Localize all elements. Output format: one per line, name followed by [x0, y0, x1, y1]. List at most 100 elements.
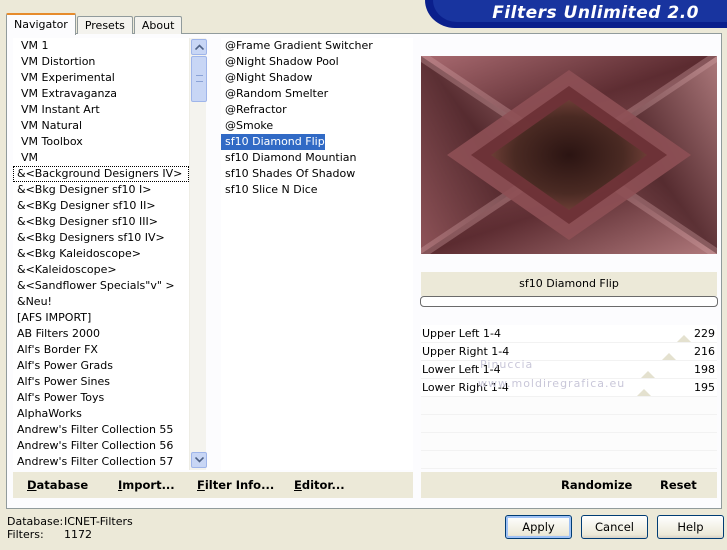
preview-toolbar: Randomize Reset [421, 472, 717, 498]
category-item[interactable]: VM Distortion [13, 54, 189, 70]
tab-navigator[interactable]: Navigator [6, 13, 76, 35]
scroll-up-button[interactable] [191, 39, 207, 55]
tab-about[interactable]: About [133, 16, 183, 34]
slider-value: 195 [694, 381, 715, 394]
category-item[interactable]: VM Natural [13, 118, 189, 134]
filter-item[interactable]: @Night Shadow [221, 70, 312, 86]
category-item[interactable]: &<Bkg Designer sf10 I> [13, 182, 189, 198]
title-banner: Filters Unlimited 2.0 [425, 0, 727, 28]
slider-label: Upper Left 1-4 [422, 327, 501, 340]
import-button[interactable]: Import... [118, 478, 175, 492]
filter-item[interactable]: sf10 Slice N Dice [221, 182, 318, 198]
category-item[interactable]: VM Instant Art [13, 102, 189, 118]
filter-item[interactable]: sf10 Shades Of Shadow [221, 166, 355, 182]
status-area: Database: ICNET-Filters Filters: 1172 [7, 515, 133, 541]
empty-slider-row [421, 415, 717, 433]
watermark-line-1: Pinuccia [480, 358, 534, 371]
category-item[interactable]: Alf's Power Toys [13, 390, 189, 406]
slider-thumb-icon[interactable] [662, 353, 676, 360]
slider-value: 216 [694, 345, 715, 358]
navigator-toolbar: Database Import... Filter Info... Editor… [13, 472, 413, 498]
category-item[interactable]: VM Experimental [13, 70, 189, 86]
category-item[interactable]: VM 1 [13, 38, 189, 54]
filter-row: @Random Smelter [221, 86, 413, 102]
filter-item[interactable]: sf10 Diamond Flip [221, 134, 325, 150]
category-item[interactable]: Andrew's Filter Collection 56 [13, 438, 189, 454]
slider-row[interactable]: Upper Right 1-4 216 [421, 343, 717, 361]
filter-row: @Night Shadow Pool [221, 54, 413, 70]
preview-image [421, 56, 717, 254]
category-item[interactable]: &<Kaleidoscope> [13, 262, 189, 278]
filter-row: sf10 Shades Of Shadow [221, 166, 413, 182]
slider-thumb-icon[interactable] [637, 389, 651, 396]
category-item[interactable]: &Neu! [13, 294, 189, 310]
chevron-up-icon [194, 44, 204, 50]
scroll-down-button[interactable] [191, 452, 207, 468]
randomize-button[interactable]: Randomize [561, 478, 632, 492]
reset-button[interactable]: Reset [660, 478, 697, 492]
filter-item[interactable]: @Night Shadow Pool [221, 54, 339, 70]
category-item[interactable]: Andrew's Filter Collection 55 [13, 422, 189, 438]
cancel-button[interactable]: Cancel [581, 515, 648, 539]
category-item[interactable]: &<BKg Designer sf10 II> [13, 198, 189, 214]
tab-presets[interactable]: Presets [76, 16, 133, 34]
category-item[interactable]: Alf's Power Sines [13, 374, 189, 390]
category-item[interactable]: AlphaWorks [13, 406, 189, 422]
tab-bar: Navigator Presets About [6, 12, 183, 35]
slider-thumb-icon[interactable] [641, 371, 655, 378]
preview-diamond-graphic [421, 56, 717, 254]
empty-slider-row [421, 451, 717, 469]
filter-item[interactable]: sf10 Diamond Mountian [221, 150, 357, 166]
filter-row: sf10 Slice N Dice [221, 182, 413, 198]
category-item[interactable]: &<Bkg Designer sf10 III> [13, 214, 189, 230]
scroll-grip-icon [196, 75, 203, 82]
slider-value: 229 [694, 327, 715, 340]
filter-item[interactable]: @Random Smelter [221, 86, 328, 102]
slider-thumb-icon[interactable] [677, 335, 691, 342]
filter-row: @Frame Gradient Switcher [221, 38, 413, 54]
database-button[interactable]: Database [27, 478, 88, 492]
selected-filter-name: sf10 Diamond Flip [421, 272, 717, 296]
filter-list[interactable]: @Frame Gradient Switcher @Night Shadow Po… [221, 38, 413, 470]
filter-row: @Smoke [221, 118, 413, 134]
filter-item[interactable]: @Smoke [221, 118, 273, 134]
category-item[interactable]: &<Bkg Kaleidoscope> [13, 246, 189, 262]
filter-item[interactable]: @Frame Gradient Switcher [221, 38, 373, 54]
filters-count-label: Filters: [7, 528, 44, 541]
filter-row: sf10 Diamond Flip [221, 134, 413, 150]
database-value: ICNET-Filters [64, 515, 133, 528]
category-scrollbar[interactable] [189, 38, 207, 470]
category-item[interactable]: VM [13, 150, 189, 166]
category-list[interactable]: VM 1 VM Distortion VM Experimental VM Extra… [13, 38, 189, 470]
category-item[interactable]: [AFS IMPORT] [13, 310, 189, 326]
watermark-line-2: www.moldiregrafica.eu [478, 377, 626, 390]
database-label: Database: [7, 515, 64, 528]
category-item[interactable]: &<Sandflower Specials"v" > [13, 278, 189, 294]
slider-value: 198 [694, 363, 715, 376]
filter-row: @Night Shadow [221, 70, 413, 86]
category-item[interactable]: &<Background Designers IV> [13, 166, 189, 182]
category-item[interactable]: Andrew's Filter Collection 57 [13, 454, 189, 470]
filters-count-value: 1172 [64, 528, 92, 541]
slider-panel: Upper Left 1-4 229 Upper Right 1-4 216 Lower… [421, 325, 717, 469]
editor-button[interactable]: Editor... [294, 478, 345, 492]
category-item[interactable]: Alf's Power Grads [13, 358, 189, 374]
empty-slider-row [421, 397, 717, 415]
category-item[interactable]: VM Extravaganza [13, 86, 189, 102]
category-item[interactable]: &<Bkg Designers sf10 IV> [13, 230, 189, 246]
category-item[interactable]: VM Toolbox [13, 134, 189, 150]
category-item[interactable]: AB Filters 2000 [13, 326, 189, 342]
scroll-thumb[interactable] [191, 56, 207, 102]
filter-row: sf10 Diamond Mountian [221, 150, 413, 166]
app-title: Filters Unlimited 2.0 [492, 3, 699, 23]
empty-slider-row [421, 433, 717, 451]
progress-bar [420, 296, 718, 307]
filter-info-button[interactable]: Filter Info... [197, 478, 274, 492]
slider-row[interactable]: Upper Left 1-4 229 [421, 325, 717, 343]
slider-label: Upper Right 1-4 [422, 345, 510, 358]
filter-item[interactable]: @Refractor [221, 102, 287, 118]
category-item[interactable]: Alf's Border FX [13, 342, 189, 358]
filter-row: @Refractor [221, 102, 413, 118]
help-button[interactable]: Help [657, 515, 724, 539]
apply-button[interactable]: Apply [505, 515, 572, 539]
